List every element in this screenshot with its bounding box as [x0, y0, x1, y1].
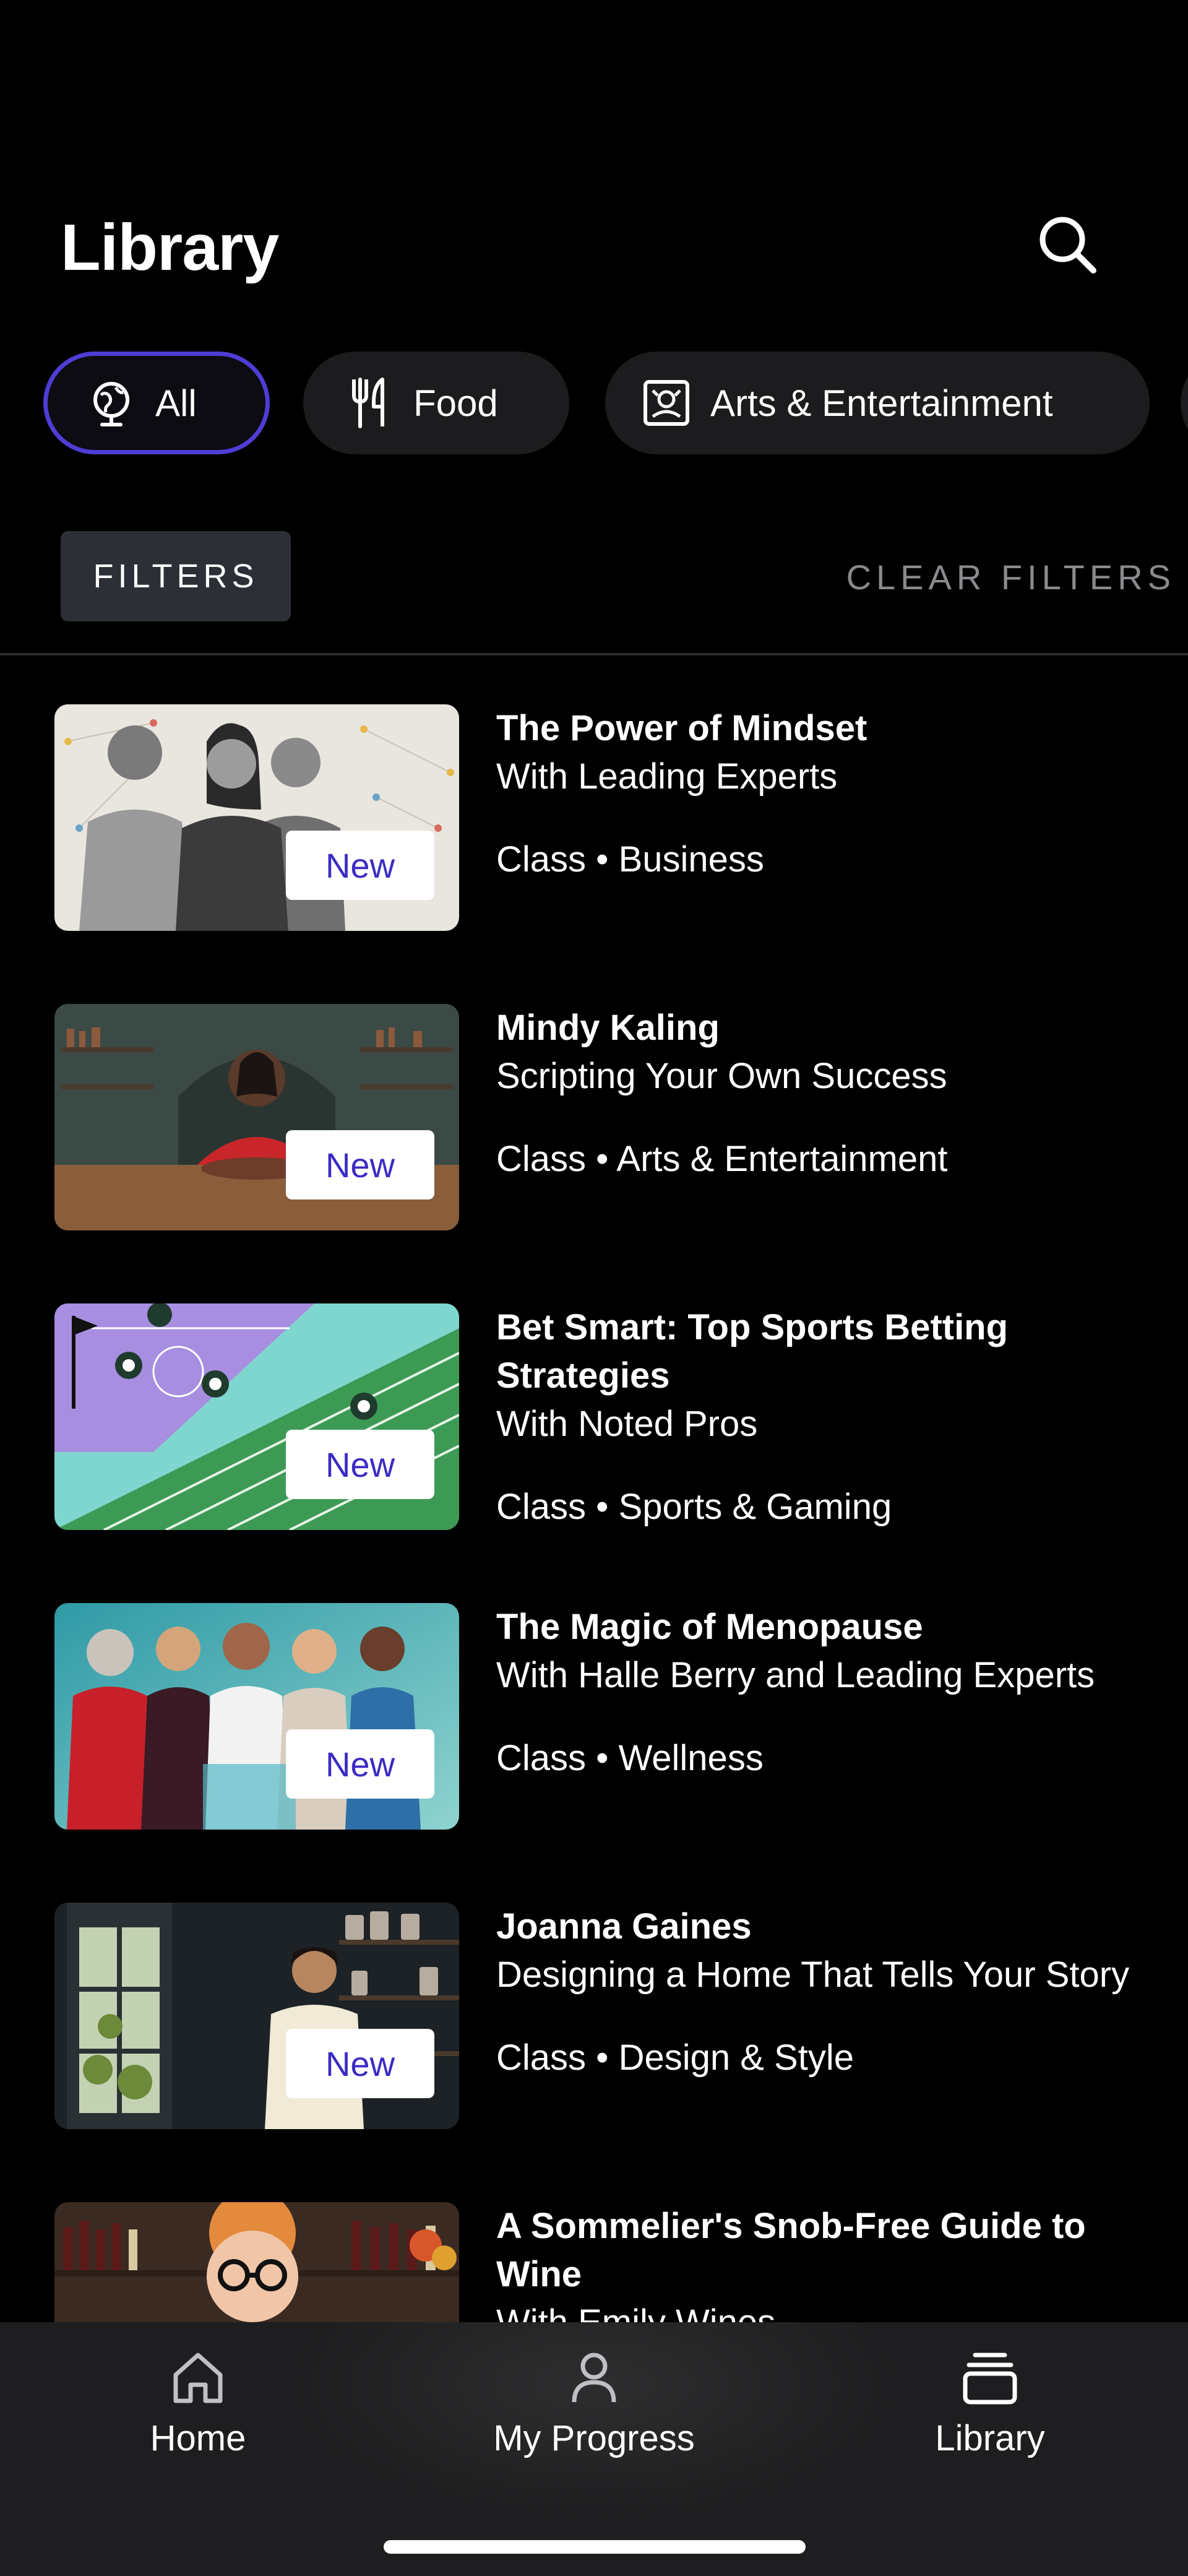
- meta-separator: •: [596, 2038, 619, 2078]
- class-info: The Power of Mindset With Leading Expert…: [496, 704, 1171, 884]
- class-info: The Magic of Menopause With Halle Berry …: [496, 1603, 1171, 1783]
- header: Library: [0, 0, 1188, 347]
- class-info: A Sommelier's Snob-Free Guide to Wine Wi…: [496, 2202, 1171, 2322]
- class-title: The Power of Mindset: [496, 708, 867, 748]
- class-title: The Magic of Menopause: [496, 1607, 923, 1647]
- class-type: Class: [496, 1487, 587, 1527]
- class-info: Joanna Gaines Designing a Home That Tell…: [496, 1903, 1171, 2082]
- class-title: Joanna Gaines: [496, 1906, 752, 1947]
- home-indicator: [384, 2540, 806, 2554]
- list-item[interactable]: New Bet Smart: Top Sports Betting Strate…: [0, 1303, 1188, 1532]
- filters-row: FILTERS CLEAR FILTERS: [0, 531, 1188, 624]
- thumbnail: New: [54, 1903, 459, 2129]
- class-subtitle: Designing a Home That Tells Your Story: [496, 1955, 1130, 1995]
- list-item[interactable]: New Mindy Kaling Scripting Your Own Succ…: [0, 1004, 1188, 1233]
- class-type: Class: [496, 1139, 587, 1179]
- class-subtitle: With Leading Experts: [496, 756, 838, 797]
- clear-filters-button[interactable]: CLEAR FILTERS: [846, 557, 1176, 597]
- search-button[interactable]: [1027, 204, 1108, 285]
- meta-separator: •: [596, 1738, 619, 1778]
- divider: [0, 653, 1188, 655]
- list-item[interactable]: New Joanna Gaines Designing a Home That …: [0, 1903, 1188, 2132]
- class-type: Class: [496, 1738, 587, 1778]
- fork-knife-icon: [342, 375, 397, 431]
- class-list: New The Power of Mindset With Leading Ex…: [0, 704, 1188, 2322]
- class-title: Bet Smart: Top Sports Betting Strategies: [496, 1307, 1009, 1396]
- class-subtitle: Scripting Your Own Success: [496, 1056, 947, 1096]
- tab-label: Library: [935, 2418, 1045, 2458]
- tab-bar: Home My Progress Library: [0, 2322, 1188, 2576]
- search-icon: [1040, 217, 1096, 274]
- theater-icon: [639, 375, 694, 431]
- new-badge: New: [286, 831, 434, 900]
- thumbnail: [54, 2202, 459, 2322]
- class-category: Design & Style: [618, 2038, 854, 2078]
- home-icon: [164, 2343, 232, 2411]
- tab-my-progress[interactable]: My Progress: [446, 2343, 742, 2498]
- chip-food[interactable]: Food: [303, 352, 569, 454]
- class-subtitle: With Emily Wines: [496, 2299, 1171, 2322]
- class-subtitle: With Noted Pros: [496, 1404, 758, 1444]
- class-subtitle: With Halle Berry and Leading Experts: [496, 1655, 1095, 1695]
- class-category: Business: [618, 839, 764, 880]
- chip-label: All: [155, 382, 197, 424]
- thumbnail: New: [54, 1303, 459, 1530]
- class-category: Wellness: [618, 1738, 764, 1778]
- list-item[interactable]: New The Magic of Menopause With Halle Be…: [0, 1603, 1188, 1832]
- new-badge: New: [286, 2029, 434, 2098]
- globe-icon: [84, 375, 139, 431]
- page-title: Library: [61, 211, 279, 284]
- class-type: Class: [496, 2038, 587, 2078]
- meta-separator: •: [596, 1487, 619, 1527]
- class-meta: Class • Arts & Entertainment: [496, 1135, 1171, 1183]
- class-info: Bet Smart: Top Sports Betting Strategies…: [496, 1303, 1171, 1531]
- thumbnail: New: [54, 704, 459, 931]
- class-meta: Class • Wellness: [496, 1734, 1171, 1783]
- chip-more[interactable]: [1181, 352, 1188, 454]
- thumbnail: New: [54, 1004, 459, 1230]
- list-item[interactable]: A Sommelier's Snob-Free Guide to Wine Wi…: [0, 2202, 1188, 2322]
- class-meta: Class • Sports & Gaming: [496, 1483, 1171, 1531]
- chip-arts-entertainment[interactable]: Arts & Entertainment: [605, 352, 1150, 454]
- class-category: Arts & Entertainment: [616, 1139, 948, 1179]
- class-meta: Class • Business: [496, 836, 1171, 884]
- tab-library[interactable]: Library: [842, 2343, 1138, 2498]
- person-icon: [560, 2343, 628, 2411]
- new-badge: New: [286, 1130, 434, 1199]
- class-info: Mindy Kaling Scripting Your Own Success …: [496, 1004, 1171, 1183]
- class-type: Class: [496, 839, 587, 880]
- class-meta: Class • Design & Style: [496, 2034, 1171, 2082]
- new-badge: New: [286, 1729, 434, 1799]
- class-title: A Sommelier's Snob-Free Guide to Wine: [496, 2206, 1086, 2294]
- filters-button[interactable]: FILTERS: [61, 531, 291, 621]
- chip-label: Arts & Entertainment: [710, 382, 1053, 424]
- list-item[interactable]: New The Power of Mindset With Leading Ex…: [0, 704, 1188, 933]
- chip-all[interactable]: All: [43, 352, 270, 454]
- tab-label: Home: [150, 2418, 246, 2458]
- meta-separator: •: [596, 1139, 617, 1179]
- tab-home[interactable]: Home: [50, 2343, 346, 2498]
- chip-label: Food: [413, 382, 498, 424]
- tab-label: My Progress: [493, 2418, 695, 2458]
- library-stack-icon: [956, 2343, 1024, 2411]
- new-badge: New: [286, 1430, 434, 1499]
- meta-separator: •: [596, 839, 619, 880]
- class-category: Sports & Gaming: [618, 1487, 892, 1527]
- thumbnail: New: [54, 1603, 459, 1830]
- class-title: Mindy Kaling: [496, 1008, 720, 1048]
- category-chips: All Food Arts & Entertainment: [43, 352, 1188, 457]
